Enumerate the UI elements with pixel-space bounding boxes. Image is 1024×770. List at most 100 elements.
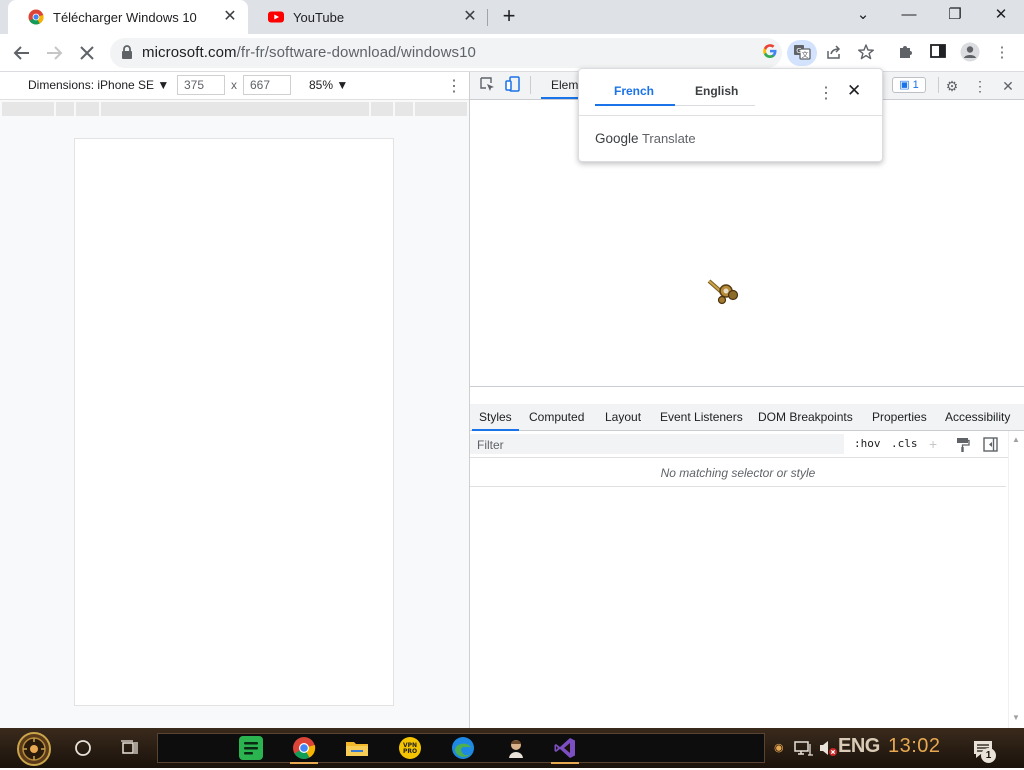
media-query-divider <box>369 102 371 116</box>
styles-divider <box>470 486 1006 487</box>
language-indicator[interactable]: ENG <box>838 735 880 758</box>
task-view-icon[interactable] <box>120 738 140 761</box>
new-tab-button[interactable]: + <box>498 5 520 28</box>
active-app-indicator <box>290 762 318 764</box>
toolbar-divider <box>530 76 531 94</box>
filter-placeholder: Filter <box>477 438 504 452</box>
paint-roller-icon[interactable] <box>955 437 970 455</box>
hov-toggle[interactable]: :hov <box>854 437 881 450</box>
youtube-favicon-icon <box>268 9 284 25</box>
device-toggle-icon[interactable] <box>503 76 523 96</box>
close-icon[interactable]: ✕ <box>222 9 238 25</box>
notification-count-badge: 1 <box>981 748 996 763</box>
network-icon[interactable] <box>794 739 814 760</box>
styles-filter-input[interactable] <box>470 434 844 454</box>
google-g-icon[interactable] <box>760 43 780 63</box>
tab-search-chevron-icon[interactable]: ⌄ <box>848 4 878 28</box>
tab-youtube[interactable]: YouTube ✕ <box>248 0 488 34</box>
url-text[interactable]: microsoft.com/fr-fr/software-download/wi… <box>142 44 476 61</box>
tab-styles[interactable]: Styles <box>479 410 512 424</box>
close-icon[interactable]: ✕ <box>462 9 478 25</box>
vpn-pro-icon[interactable]: VPN PRO <box>398 736 422 760</box>
extensions-puzzle-icon[interactable] <box>895 42 917 64</box>
forward-arrow-icon[interactable] <box>42 41 66 65</box>
toolbar-divider <box>938 77 939 93</box>
new-style-rule-icon[interactable]: + <box>929 436 937 452</box>
inspect-element-icon[interactable] <box>477 76 497 96</box>
media-query-divider <box>413 102 415 116</box>
steampunk-cursor-icon <box>706 278 740 310</box>
media-query-divider <box>74 102 76 116</box>
edge-app-icon[interactable] <box>451 736 475 760</box>
tab-accessibility[interactable]: Accessibility <box>945 410 1010 424</box>
scroll-down-icon[interactable]: ▼ <box>1012 713 1020 722</box>
tab-event-listeners[interactable]: Event Listeners <box>660 410 743 424</box>
device-zoom-select[interactable]: 85% ▼ <box>309 78 348 92</box>
issues-count: 1 <box>912 79 919 91</box>
url-domain: microsoft.com <box>142 44 237 61</box>
file-explorer-icon[interactable] <box>345 736 369 760</box>
tab-dom-breakpoints[interactable]: DOM Breakpoints <box>758 410 853 424</box>
spotify-app-icon[interactable] <box>239 736 263 760</box>
svg-text:PRO: PRO <box>403 748 417 755</box>
styles-scrollbar[interactable]: ▲ ▼ <box>1008 431 1024 728</box>
chrome-app-icon[interactable] <box>292 736 316 760</box>
tab-telecharger-windows[interactable]: Télécharger Windows 10 ✕ <box>8 0 248 34</box>
start-button[interactable] <box>14 731 54 767</box>
issues-badge[interactable]: ▣ 1 <box>892 77 926 93</box>
close-window-button[interactable]: ✕ <box>986 4 1016 28</box>
lock-icon[interactable] <box>121 45 133 59</box>
close-devtools-icon[interactable]: ✕ <box>998 76 1018 96</box>
tray-overflow-icon[interactable]: ◉ <box>774 741 784 754</box>
device-width-input[interactable]: 375 <box>177 75 225 95</box>
translate-icon[interactable]: G文 <box>792 43 812 63</box>
translate-options-icon[interactable]: ⋮ <box>818 83 834 103</box>
issues-icon: ▣ <box>899 79 910 91</box>
translate-tab-target[interactable]: English <box>695 84 738 98</box>
stop-loading-icon[interactable] <box>75 41 99 65</box>
minimize-button[interactable]: — <box>894 4 924 28</box>
device-dimensions-select[interactable]: Dimensions: iPhone SE ▼ <box>28 78 169 92</box>
emulated-device-screen[interactable] <box>74 138 394 706</box>
browser-menu-icon[interactable]: ⋮ <box>991 42 1013 64</box>
translate-tab-source[interactable]: French <box>614 84 654 98</box>
brand-translate: Translate <box>641 131 696 146</box>
bookmark-star-icon[interactable] <box>856 43 876 63</box>
toggle-sidebar-icon[interactable] <box>983 437 998 455</box>
volume-muted-icon[interactable] <box>818 739 838 760</box>
tab-active-underline <box>541 97 581 99</box>
translate-tab-active-underline <box>595 104 675 106</box>
chrome-favicon-icon <box>28 9 44 25</box>
tab-computed[interactable]: Computed <box>529 410 584 424</box>
character-app-icon[interactable] <box>504 736 528 760</box>
pane-gap <box>470 387 1024 404</box>
search-circle-icon[interactable] <box>74 739 92 760</box>
tab-layout[interactable]: Layout <box>605 410 641 424</box>
back-arrow-icon[interactable] <box>10 41 34 65</box>
devtools-menu-icon[interactable]: ⋮ <box>970 76 990 96</box>
scroll-up-icon[interactable]: ▲ <box>1012 435 1020 444</box>
share-icon[interactable] <box>824 43 844 63</box>
settings-gear-icon[interactable]: ⚙ <box>942 76 962 96</box>
taskbar-clock[interactable]: 13:02 <box>888 735 941 758</box>
profile-avatar-icon[interactable] <box>959 42 981 64</box>
google-translate-brand: Google Translate <box>595 131 696 146</box>
media-query-bar[interactable] <box>2 102 467 116</box>
svg-text:文: 文 <box>802 50 809 59</box>
media-query-divider <box>393 102 395 116</box>
tab-title: YouTube <box>293 9 345 25</box>
device-more-icon[interactable]: ⋮ <box>446 76 462 96</box>
tab-title: Télécharger Windows 10 <box>53 9 197 25</box>
device-height-input[interactable]: 667 <box>243 75 291 95</box>
tab-properties[interactable]: Properties <box>872 410 927 424</box>
visual-studio-icon[interactable] <box>553 736 577 760</box>
tab-separator <box>487 9 488 26</box>
cls-toggle[interactable]: .cls <box>891 437 918 450</box>
dimension-separator: x <box>231 78 237 92</box>
translate-close-icon[interactable]: ✕ <box>847 81 861 101</box>
side-panel-icon[interactable] <box>927 42 949 64</box>
url-path: /fr-fr/software-download/windows10 <box>236 44 476 61</box>
active-app-indicator <box>551 762 579 764</box>
restore-button[interactable]: ❐ <box>940 4 970 28</box>
media-query-divider <box>54 102 56 116</box>
